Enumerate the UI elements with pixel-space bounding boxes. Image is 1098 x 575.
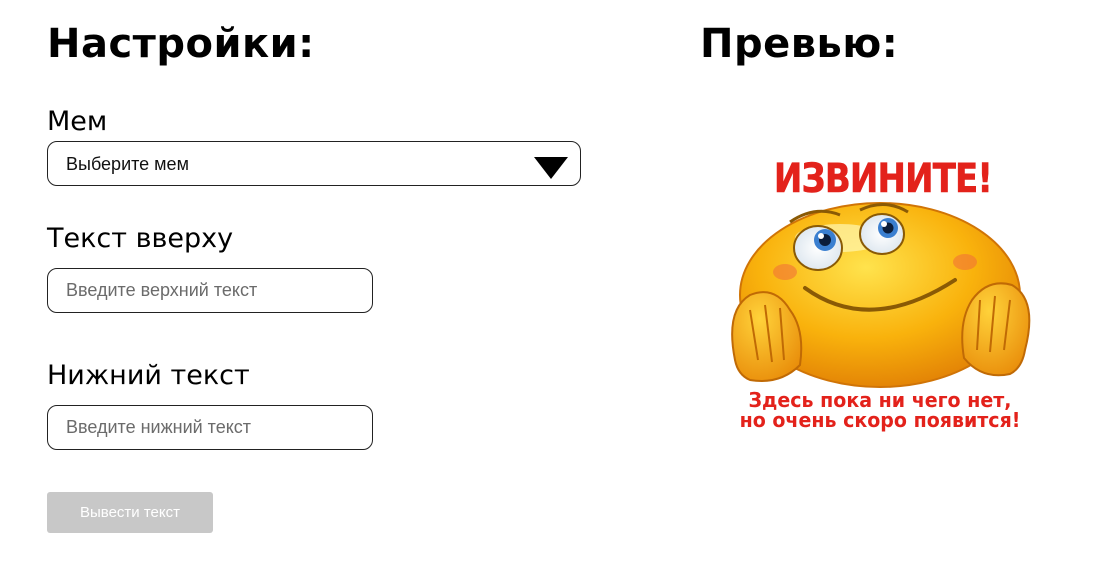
dropdown-arrow-icon	[534, 157, 568, 179]
meme-bottom-caption: Здесь пока ни чего нет, но очень скоро п…	[709, 390, 1051, 430]
meme-select[interactable]: Выберите мем	[47, 141, 581, 186]
top-text-label: Текст вверху	[47, 223, 234, 254]
preview-panel: Превью: ИЗВИНИТЕ! Здесь пока ни чего нет…	[700, 0, 1098, 575]
preview-heading: Превью:	[700, 21, 899, 67]
meme-select-value: Выберите мем	[66, 154, 189, 174]
meme-bottom-line-2: но очень скоро появится!	[739, 408, 1021, 432]
meme-generator-page: Настройки: Мем Выберите мем Текст вверху…	[0, 0, 1098, 575]
bottom-text-input[interactable]	[47, 405, 373, 450]
smiley-emoji-icon	[731, 202, 1031, 388]
bottom-text-label: Нижний текст	[47, 360, 250, 391]
submit-text-button[interactable]: Вывести текст	[47, 492, 213, 533]
meme-label: Мем	[47, 106, 108, 137]
meme-bottom-line-1: Здесь пока ни чего нет,	[748, 388, 1012, 412]
meme-top-caption: ИЗВИНИТЕ!	[773, 156, 994, 203]
top-text-input[interactable]	[47, 268, 373, 313]
settings-heading: Настройки:	[47, 21, 315, 67]
meme-preview-image: ИЗВИНИТЕ! Здесь пока ни чего нет, но оче…	[700, 145, 1060, 445]
